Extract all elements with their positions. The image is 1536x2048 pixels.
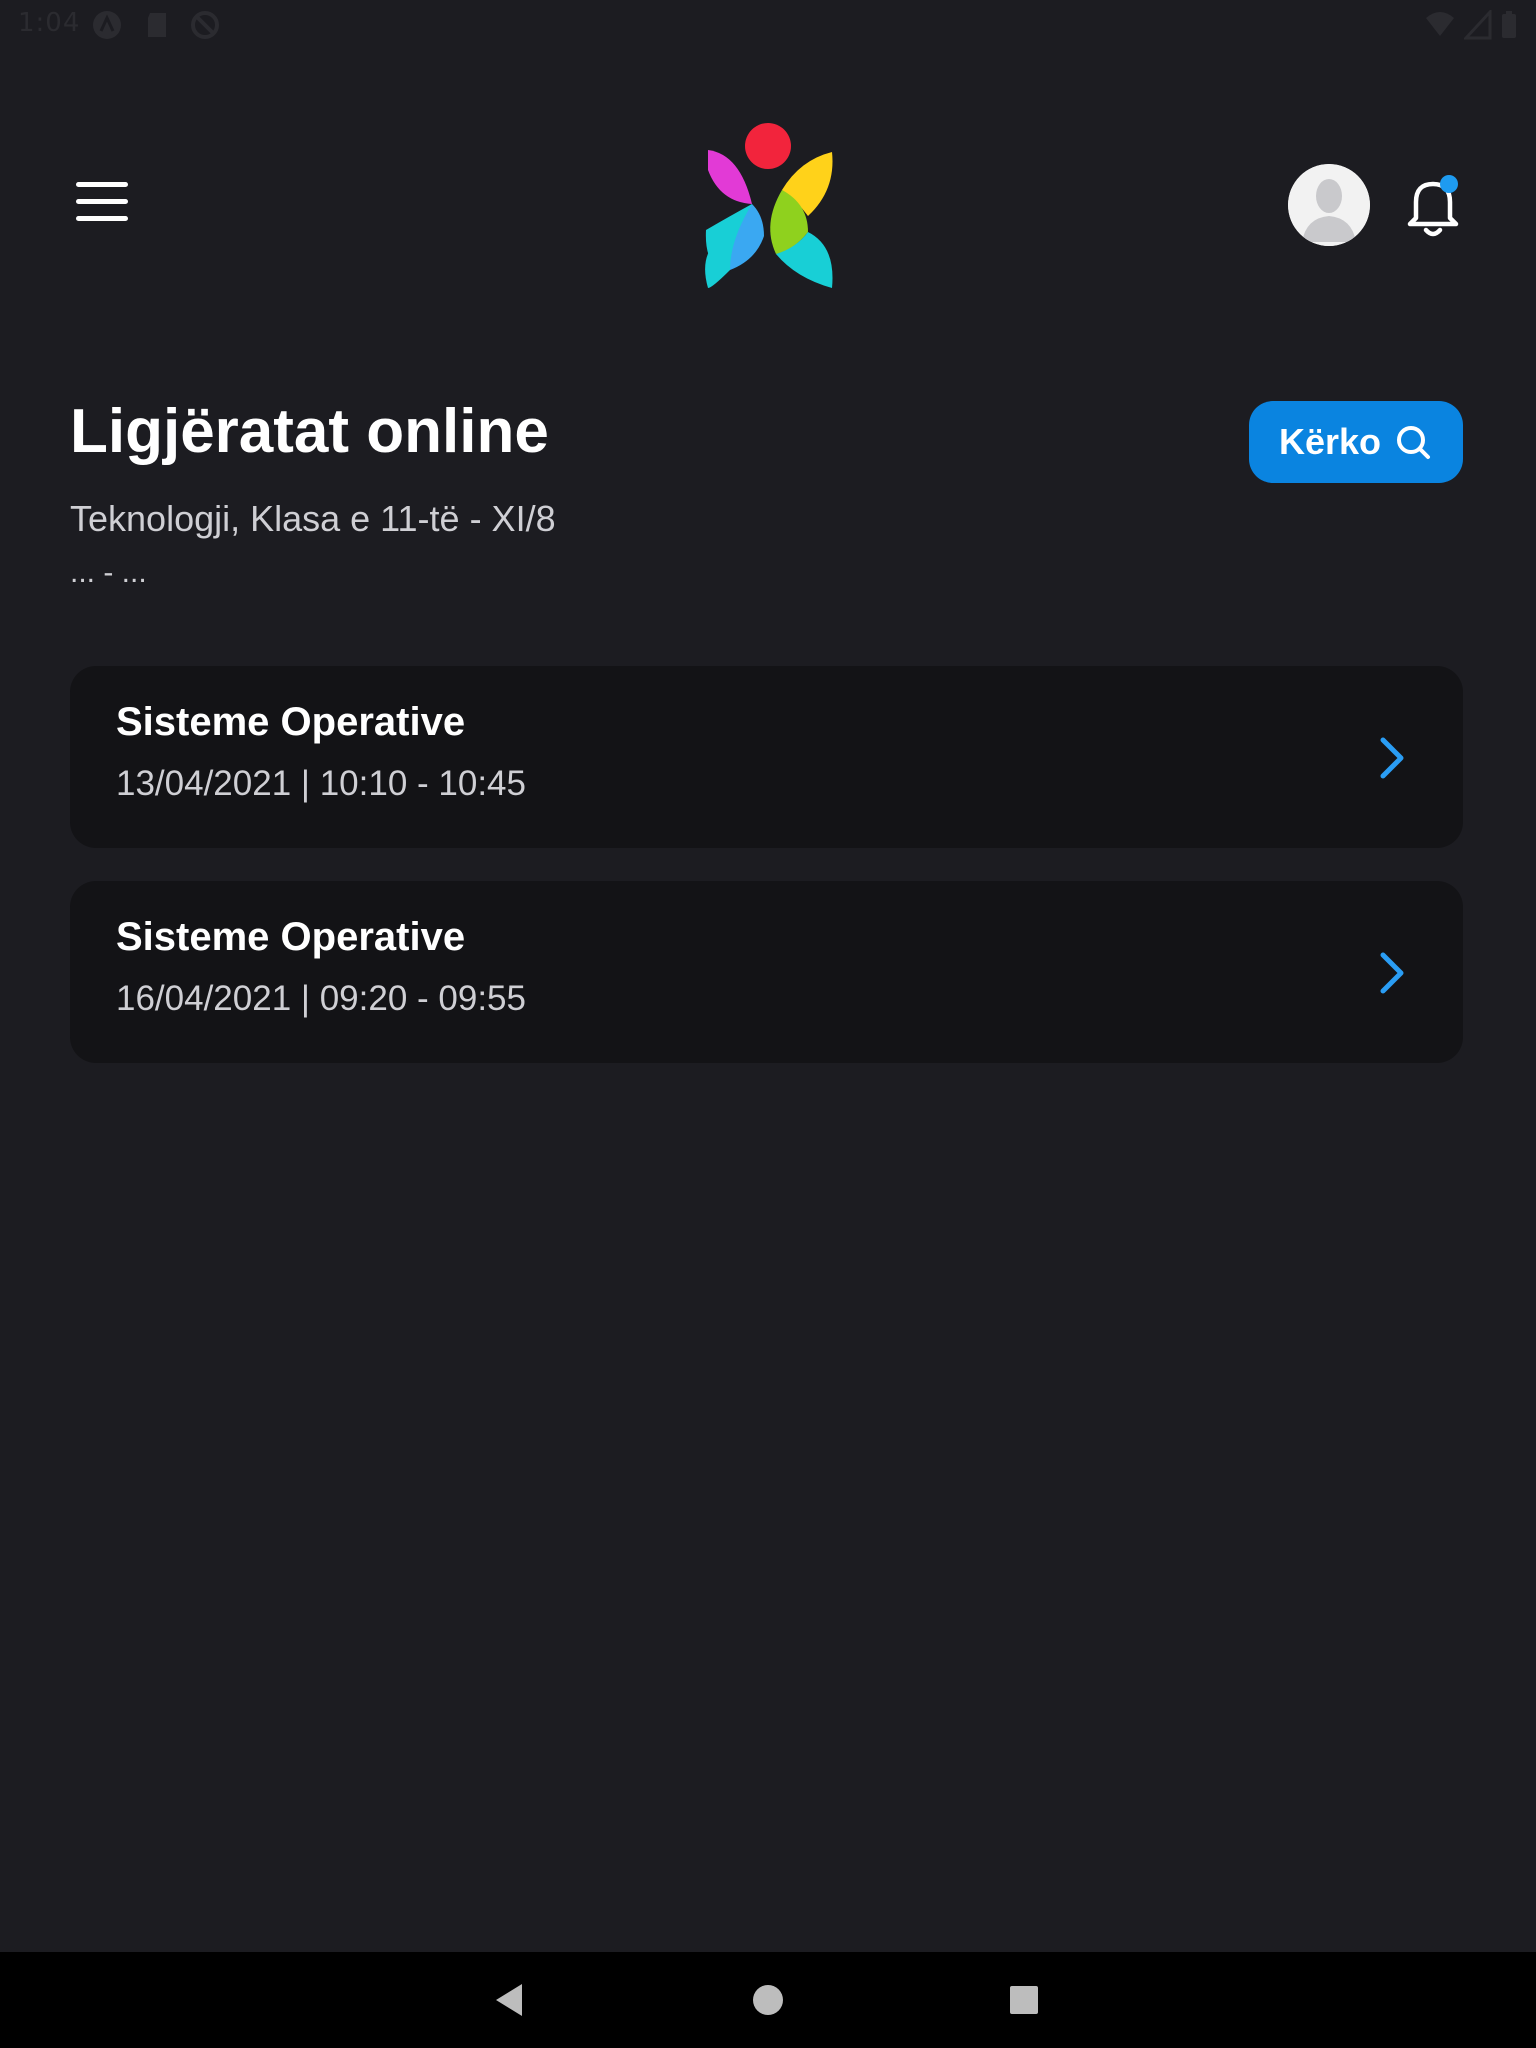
navigation-bar	[0, 1952, 1536, 2048]
lesson-card[interactable]: Sisteme Operative 16/04/2021 | 09:20 - 0…	[70, 881, 1463, 1063]
page-title: Ligjëratat online	[70, 397, 549, 466]
lesson-time: 13/04/2021 | 10:10 - 10:45	[116, 764, 526, 803]
battery-icon	[1502, 11, 1516, 38]
lessons-screen: 1:04 Ligjëratat online Teknologji, Klasa…	[0, 0, 1536, 2048]
sd-card-icon	[148, 13, 166, 37]
user-avatar[interactable]	[1288, 164, 1370, 246]
back-icon[interactable]	[490, 1980, 530, 2020]
status-bar: 1:04	[0, 0, 1536, 48]
avatar-silhouette-icon	[1288, 164, 1370, 246]
status-time: 1:04	[18, 8, 81, 38]
lesson-title: Sisteme Operative	[116, 700, 466, 744]
hamburger-menu-icon	[76, 182, 128, 187]
bell-icon[interactable]	[1402, 172, 1464, 238]
lesson-time: 16/04/2021 | 09:20 - 09:55	[116, 979, 526, 1018]
wifi-icon	[1426, 12, 1454, 36]
signal-icon	[1464, 10, 1492, 40]
chevron-right-icon	[1380, 737, 1404, 779]
a-icon	[93, 11, 121, 39]
app-logo	[705, 123, 833, 288]
chevron-right-icon	[1380, 952, 1404, 994]
search-button[interactable]: Kërko	[1249, 401, 1463, 483]
menu-button[interactable]	[74, 180, 130, 224]
home-icon[interactable]	[748, 1980, 788, 2020]
lesson-title: Sisteme Operative	[116, 915, 466, 959]
search-button-label: Kërko	[1278, 421, 1382, 462]
date-range: ... - ...	[70, 556, 147, 589]
page-subtitle: Teknologji, Klasa e 11-të - XI/8	[70, 498, 556, 539]
lesson-card[interactable]: Sisteme Operative 13/04/2021 | 10:10 - 1…	[70, 666, 1463, 848]
sync-icon	[191, 11, 219, 39]
search-icon	[1397, 426, 1431, 459]
notification-dot	[1440, 175, 1458, 193]
recents-icon[interactable]	[1004, 1980, 1044, 2020]
